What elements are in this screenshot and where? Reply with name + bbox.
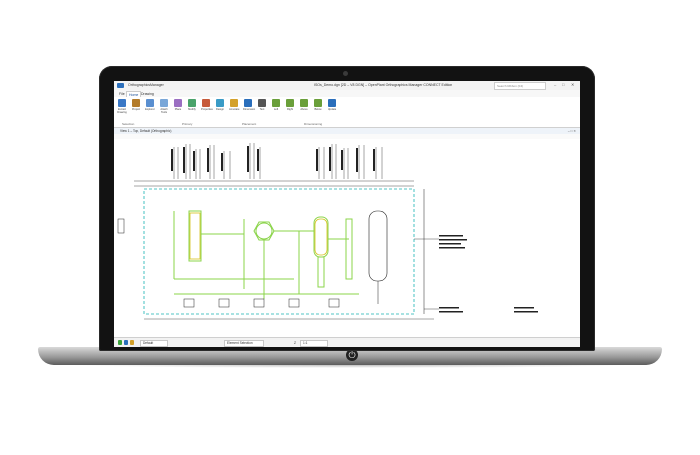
status-green-icon[interactable] — [118, 340, 122, 345]
ribbon-button-design[interactable]: Design — [215, 99, 225, 111]
project-icon — [132, 99, 140, 107]
bottom-components — [183, 298, 340, 308]
ribbon-button-label: Design — [215, 108, 225, 111]
dimension-icon — [244, 99, 252, 107]
ribbon-button-label: Annotate — [229, 108, 240, 111]
ribbon-button-modify[interactable]: Modify — [187, 99, 197, 111]
app-name: OrthographicsManager — [128, 83, 164, 87]
top-annotation-leaders — [173, 143, 383, 179]
status-orange-icon[interactable] — [130, 340, 134, 345]
minimize-button[interactable]: – — [554, 82, 556, 87]
left-marker — [117, 218, 125, 234]
ribbon-button-above[interactable]: Above — [299, 99, 309, 111]
place-icon — [174, 99, 182, 107]
attach-icon — [160, 99, 168, 107]
annotate-icon — [230, 99, 238, 107]
ribbon: Extract Drawing Project Explorer Attach Too… — [114, 97, 580, 128]
ribbon-button-label: Place — [174, 108, 182, 111]
dimension-lines — [134, 180, 434, 320]
ribbon-button-extract-drawing[interactable]: Extract Drawing — [117, 99, 127, 114]
coord-label: Z — [294, 341, 296, 345]
ribbon-button-below[interactable]: Below — [313, 99, 323, 111]
left-icon — [272, 99, 280, 107]
level-field[interactable]: Default — [140, 340, 168, 347]
app-window: OrthographicsManager ISOs_Demo.dgn [2D –… — [114, 81, 580, 347]
maximize-button[interactable]: □ — [562, 82, 564, 87]
right-annotations — [439, 235, 538, 313]
ribbon-tabs: File Home Drawing — [114, 90, 580, 98]
design-icon — [216, 99, 224, 107]
ribbon-button-right[interactable]: Right — [285, 99, 295, 111]
ribbon-button-label: Modify — [188, 108, 196, 111]
ribbon-group-label: Dimensioning — [304, 122, 323, 126]
orthographic-drawing[interactable] — [114, 139, 580, 337]
ribbon-group-label: Placement — [242, 122, 257, 126]
extract-icon — [118, 99, 126, 107]
right-icon — [286, 99, 294, 107]
ribbon-group-label: Selection — [122, 122, 135, 126]
camera-icon — [343, 71, 348, 76]
ribbon-button-attach-tools[interactable]: Attach Tools — [159, 99, 169, 114]
ribbon-button-label: Dimension — [243, 108, 256, 111]
ribbon-button-label: Below — [314, 108, 322, 111]
tool-field[interactable]: Element Selection — [224, 340, 264, 347]
drawing-border — [143, 188, 415, 315]
modify-icon — [188, 99, 196, 107]
ribbon-button-update[interactable]: Update — [327, 99, 337, 111]
right-leaders — [414, 238, 439, 310]
close-button[interactable]: ✕ — [571, 82, 574, 87]
ribbon-search-input[interactable]: Search Ribbon (F4) — [494, 82, 546, 90]
ribbon-button-left[interactable]: Left — [271, 99, 281, 111]
ribbon-button-label: Left — [273, 108, 279, 111]
ribbon-button-annotate[interactable]: Annotate — [229, 99, 239, 111]
ribbon-button-dimension[interactable]: Dimension — [243, 99, 256, 111]
ribbon-button-label: Update — [327, 108, 337, 111]
status-blue-icon[interactable] — [124, 340, 128, 345]
ribbon-button-label: Explorer — [145, 108, 155, 111]
explorer-icon — [146, 99, 154, 107]
highlight-marks — [189, 212, 328, 260]
ribbon-button-label: Text — [259, 108, 265, 111]
ribbon-button-project[interactable]: Project — [131, 99, 141, 111]
ribbon-button-label: Project — [131, 108, 141, 111]
window-title: ISOs_Demo.dgn [2D – V8 DGN] – OpenPlant … — [314, 83, 453, 87]
ribbon-button-properties[interactable]: Properties — [201, 99, 213, 111]
text-icon — [258, 99, 266, 107]
ribbon-button-label: Attach Tools — [160, 108, 168, 114]
piping-equipment — [173, 210, 359, 299]
ribbon-button-label: Above — [300, 108, 308, 111]
above-icon — [300, 99, 308, 107]
annotation-text-marks — [171, 146, 375, 173]
ribbon-button-label: Right — [286, 108, 294, 111]
ribbon-group-label: Primary — [182, 122, 193, 126]
properties-icon — [202, 99, 210, 107]
laptop-lid: OrthographicsManager ISOs_Demo.dgn [2D –… — [99, 66, 595, 351]
vessel-outline — [368, 210, 388, 282]
update-icon — [328, 99, 336, 107]
zoom-field[interactable]: 1:1 — [300, 340, 328, 347]
below-icon — [314, 99, 322, 107]
app-logo-icon — [117, 83, 124, 88]
laptop-frame: ⏻ OrthographicsManager ISOs_Demo.dgn [2D… — [0, 0, 700, 455]
ribbon-button-text[interactable]: Text — [257, 99, 267, 111]
ribbon-button-place[interactable]: Place — [173, 99, 183, 111]
ribbon-button-label: Properties — [201, 108, 213, 111]
ribbon-button-label: Extract Drawing — [117, 108, 127, 114]
ribbon-button-explorer[interactable]: Explorer — [145, 99, 155, 111]
status-bar: Default Element Selection Z 1:1 — [114, 337, 580, 347]
drawing-canvas[interactable] — [114, 139, 580, 337]
